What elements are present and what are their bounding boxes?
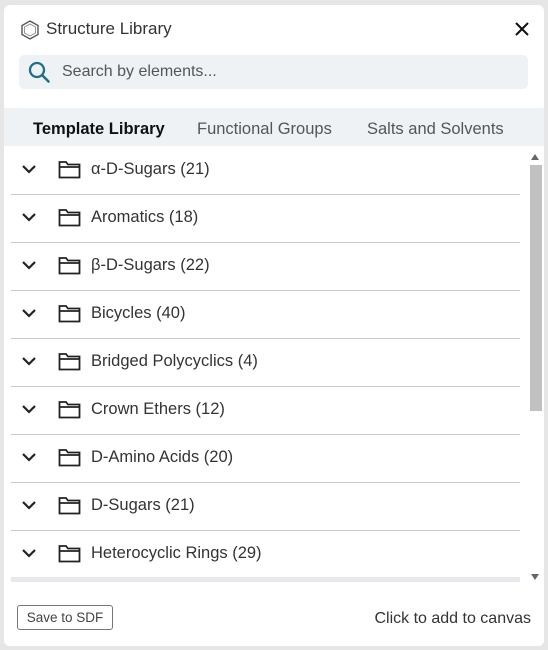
list-item-label: β-D-Sugars (22): [91, 256, 210, 274]
list-item-alpha-d-sugars[interactable]: α-D-Sugars (21): [11, 146, 520, 195]
folder-icon: [58, 257, 81, 275]
save-to-sdf-button[interactable]: Save to SDF: [17, 605, 113, 630]
folder-icon: [58, 353, 81, 371]
list-item-bicycles[interactable]: Bicycles (40): [11, 290, 520, 339]
dialog-title: Structure Library: [46, 19, 172, 38]
list-item-label: Bicycles (40): [91, 304, 186, 322]
tab-template-library[interactable]: Template Library: [33, 120, 165, 139]
chevron-down-icon: [22, 309, 36, 318]
list-item-beta-d-sugars[interactable]: β-D-Sugars (22): [11, 242, 520, 291]
list-item-aromatics[interactable]: Aromatics (18): [11, 194, 520, 243]
chevron-down-icon: [22, 405, 36, 414]
list-item-label: Bridged Polycyclics (4): [91, 352, 258, 370]
chevron-down-icon: [22, 165, 36, 174]
list-item-label: Aromatics (18): [91, 208, 199, 226]
tab-functional-groups[interactable]: Functional Groups: [197, 120, 332, 139]
add-to-canvas-hint: Click to add to canvas: [374, 610, 531, 627]
scrollbar-thumb[interactable]: [530, 165, 542, 411]
dialog-footer: Save to SDF Click to add to canvas: [4, 582, 544, 646]
scroll-down-arrow-icon[interactable]: [531, 574, 539, 580]
list-item-d-amino-acids[interactable]: D-Amino Acids (20): [11, 434, 520, 483]
folder-icon: [58, 401, 81, 419]
scroll-up-arrow-icon[interactable]: [531, 154, 539, 160]
list-item-crown-ethers[interactable]: Crown Ethers (12): [11, 386, 520, 435]
list-item-heterocyclic-rings[interactable]: Heterocyclic Rings (29): [11, 530, 520, 579]
list-scrollbar[interactable]: [527, 150, 542, 584]
list-item-label: D-Sugars (21): [91, 496, 195, 514]
chevron-down-icon: [22, 213, 36, 222]
dialog-header: Structure Library: [4, 5, 544, 53]
chevron-down-icon: [22, 357, 36, 366]
tab-bar: Template Library Functional Groups Salts…: [4, 108, 544, 151]
search-icon: [28, 61, 50, 83]
structure-library-dialog: Structure Library Template Library Funct…: [4, 5, 544, 646]
folder-icon: [58, 305, 81, 323]
list-item-label: Crown Ethers (12): [91, 400, 225, 418]
folder-icon: [58, 161, 81, 179]
template-group-list: α-D-Sugars (21) Aromatics (18) β-D-Sugar…: [4, 146, 544, 582]
search-input[interactable]: [62, 55, 517, 89]
hexagon-icon: [21, 20, 39, 40]
folder-icon: [58, 449, 81, 467]
folder-icon: [58, 545, 81, 563]
list-item-label: Heterocyclic Rings (29): [91, 544, 262, 562]
chevron-down-icon: [22, 501, 36, 510]
folder-icon: [58, 497, 81, 515]
chevron-down-icon: [22, 549, 36, 558]
list-item-label: α-D-Sugars (21): [91, 160, 210, 178]
list-item-d-sugars[interactable]: D-Sugars (21): [11, 482, 520, 531]
folder-icon: [58, 209, 81, 227]
list-item-label: D-Amino Acids (20): [91, 448, 234, 466]
search-box: [19, 55, 528, 89]
chevron-down-icon: [22, 453, 36, 462]
close-icon[interactable]: [514, 21, 530, 37]
tab-salts-and-solvents[interactable]: Salts and Solvents: [367, 120, 504, 139]
list-item-bridged-polycyclics[interactable]: Bridged Polycyclics (4): [11, 338, 520, 387]
chevron-down-icon: [22, 261, 36, 270]
